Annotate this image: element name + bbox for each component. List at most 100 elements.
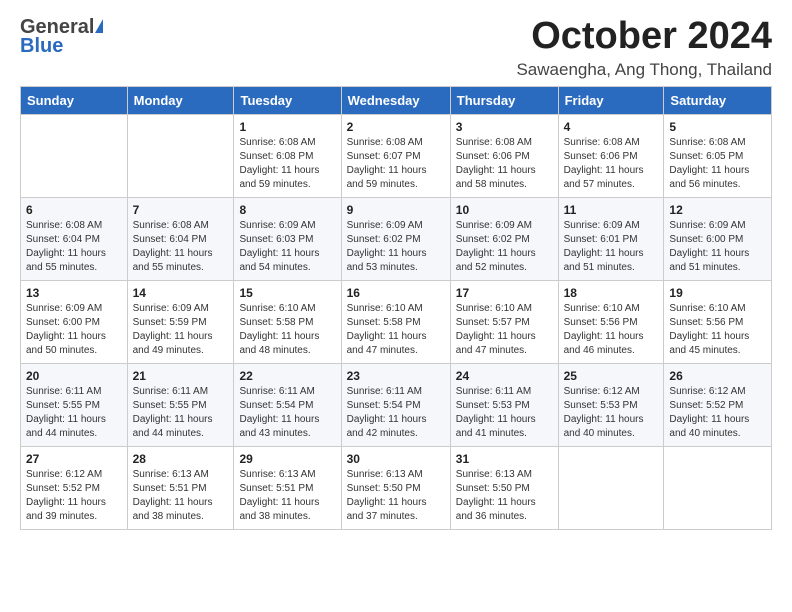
page-header: General Blue October 2024 Sawaengha, Ang… — [20, 16, 772, 80]
calendar-cell — [558, 446, 664, 529]
day-number: 9 — [347, 203, 445, 217]
day-number: 10 — [456, 203, 553, 217]
calendar-cell: 15 Sunrise: 6:10 AMSunset: 5:58 PMDayligh… — [234, 280, 341, 363]
calendar-cell: 17Sunrise: 6:10 AMSunset: 5:57 PMDayligh… — [450, 280, 558, 363]
calendar-cell: 22 Sunrise: 6:11 AMSunset: 5:54 PMDayligh… — [234, 363, 341, 446]
day-info: Sunrise: 6:08 AMSunset: 6:04 PMDaylight:… — [133, 219, 229, 275]
day-info: Sunrise: 6:10 AMSunset: 5:56 PMDaylight:… — [669, 302, 766, 358]
day-info: Sunrise: 6:11 AMSunset: 5:53 PMDaylight:… — [456, 385, 553, 441]
day-number: 13 — [26, 286, 122, 300]
calendar-cell: 26 Sunrise: 6:12 AMSunset: 5:52 PMDayligh… — [664, 363, 772, 446]
weekday-header: Sunday — [21, 86, 128, 114]
day-number: 17 — [456, 286, 553, 300]
day-info: Sunrise: 6:09 AMSunset: 6:00 PMDaylight:… — [26, 302, 122, 358]
day-number: 20 — [26, 369, 122, 383]
calendar-cell: 24 Sunrise: 6:11 AMSunset: 5:53 PMDayligh… — [450, 363, 558, 446]
day-number: 5 — [669, 120, 766, 134]
day-info: Sunrise: 6:09 AMSunset: 6:00 PMDaylight:… — [669, 219, 766, 275]
calendar-cell: 23 Sunrise: 6:11 AMSunset: 5:54 PMDayligh… — [341, 363, 450, 446]
day-number: 22 — [239, 369, 335, 383]
calendar-cell: 10 Sunrise: 6:09 AMSunset: 6:02 PMDayligh… — [450, 197, 558, 280]
day-info: Sunrise: 6:08 AMSunset: 6:06 PMDaylight:… — [564, 136, 659, 192]
day-info: Sunrise: 6:13 AMSunset: 5:50 PMDaylight:… — [456, 468, 553, 524]
day-info: Sunrise: 6:13 AMSunset: 5:51 PMDaylight:… — [133, 468, 229, 524]
day-info: Sunrise: 6:09 AMSunset: 6:01 PMDaylight:… — [564, 219, 659, 275]
day-number: 26 — [669, 369, 766, 383]
weekday-header: Thursday — [450, 86, 558, 114]
calendar-header-row: SundayMondayTuesdayWednesdayThursdayFrid… — [21, 86, 772, 114]
day-number: 25 — [564, 369, 659, 383]
day-info: Sunrise: 6:09 AMSunset: 6:03 PMDaylight:… — [239, 219, 335, 275]
day-info: Sunrise: 6:11 AMSunset: 5:54 PMDaylight:… — [347, 385, 445, 441]
page-title: October 2024 — [516, 16, 772, 58]
calendar-cell — [664, 446, 772, 529]
calendar-cell: 2 Sunrise: 6:08 AMSunset: 6:07 PMDaylight… — [341, 114, 450, 197]
weekday-header: Friday — [558, 86, 664, 114]
day-number: 18 — [564, 286, 659, 300]
day-info: Sunrise: 6:08 AMSunset: 6:08 PMDaylight:… — [239, 136, 335, 192]
logo: General Blue — [20, 16, 103, 58]
day-number: 11 — [564, 203, 659, 217]
calendar-cell: 25 Sunrise: 6:12 AMSunset: 5:53 PMDayligh… — [558, 363, 664, 446]
day-info: Sunrise: 6:09 AMSunset: 6:02 PMDaylight:… — [456, 219, 553, 275]
day-info: Sunrise: 6:11 AMSunset: 5:54 PMDaylight:… — [239, 385, 335, 441]
day-info: Sunrise: 6:08 AMSunset: 6:07 PMDaylight:… — [347, 136, 445, 192]
calendar-week-row: 27Sunrise: 6:12 AMSunset: 5:52 PMDayligh… — [21, 446, 772, 529]
calendar-cell: 6Sunrise: 6:08 AMSunset: 6:04 PMDaylight… — [21, 197, 128, 280]
day-number: 3 — [456, 120, 553, 134]
calendar-cell: 1 Sunrise: 6:08 AMSunset: 6:08 PMDaylight… — [234, 114, 341, 197]
day-number: 4 — [564, 120, 659, 134]
day-info: Sunrise: 6:09 AMSunset: 5:59 PMDaylight:… — [133, 302, 229, 358]
page-subtitle: Sawaengha, Ang Thong, Thailand — [516, 60, 772, 80]
day-number: 19 — [669, 286, 766, 300]
calendar-cell: 19 Sunrise: 6:10 AMSunset: 5:56 PMDayligh… — [664, 280, 772, 363]
calendar-cell: 31Sunrise: 6:13 AMSunset: 5:50 PMDayligh… — [450, 446, 558, 529]
calendar-cell: 21Sunrise: 6:11 AMSunset: 5:55 PMDayligh… — [127, 363, 234, 446]
day-info: Sunrise: 6:12 AMSunset: 5:52 PMDaylight:… — [669, 385, 766, 441]
day-info: Sunrise: 6:11 AMSunset: 5:55 PMDaylight:… — [26, 385, 122, 441]
calendar-cell: 27Sunrise: 6:12 AMSunset: 5:52 PMDayligh… — [21, 446, 128, 529]
day-number: 23 — [347, 369, 445, 383]
calendar-cell: 3 Sunrise: 6:08 AMSunset: 6:06 PMDaylight… — [450, 114, 558, 197]
day-number: 29 — [239, 452, 335, 466]
calendar-cell: 16 Sunrise: 6:10 AMSunset: 5:58 PMDayligh… — [341, 280, 450, 363]
day-info: Sunrise: 6:10 AMSunset: 5:58 PMDaylight:… — [239, 302, 335, 358]
day-number: 2 — [347, 120, 445, 134]
day-info: Sunrise: 6:08 AMSunset: 6:04 PMDaylight:… — [26, 219, 122, 275]
day-info: Sunrise: 6:08 AMSunset: 6:06 PMDaylight:… — [456, 136, 553, 192]
day-info: Sunrise: 6:12 AMSunset: 5:53 PMDaylight:… — [564, 385, 659, 441]
day-number: 16 — [347, 286, 445, 300]
calendar-cell: 13 Sunrise: 6:09 AMSunset: 6:00 PMDayligh… — [21, 280, 128, 363]
day-number: 8 — [239, 203, 335, 217]
day-info: Sunrise: 6:13 AMSunset: 5:51 PMDaylight:… — [239, 468, 335, 524]
weekday-header: Tuesday — [234, 86, 341, 114]
calendar-cell: 11 Sunrise: 6:09 AMSunset: 6:01 PMDayligh… — [558, 197, 664, 280]
weekday-header: Saturday — [664, 86, 772, 114]
calendar-week-row: 1 Sunrise: 6:08 AMSunset: 6:08 PMDaylight… — [21, 114, 772, 197]
calendar-cell — [127, 114, 234, 197]
calendar-cell: 29 Sunrise: 6:13 AMSunset: 5:51 PMDayligh… — [234, 446, 341, 529]
day-number: 15 — [239, 286, 335, 300]
calendar-week-row: 20 Sunrise: 6:11 AMSunset: 5:55 PMDayligh… — [21, 363, 772, 446]
calendar-cell: 9 Sunrise: 6:09 AMSunset: 6:02 PMDaylight… — [341, 197, 450, 280]
calendar-cell: 4 Sunrise: 6:08 AMSunset: 6:06 PMDaylight… — [558, 114, 664, 197]
day-info: Sunrise: 6:09 AMSunset: 6:02 PMDaylight:… — [347, 219, 445, 275]
title-block: October 2024 Sawaengha, Ang Thong, Thail… — [516, 16, 772, 80]
day-info: Sunrise: 6:10 AMSunset: 5:56 PMDaylight:… — [564, 302, 659, 358]
calendar-cell — [21, 114, 128, 197]
weekday-header: Monday — [127, 86, 234, 114]
day-number: 14 — [133, 286, 229, 300]
day-info: Sunrise: 6:12 AMSunset: 5:52 PMDaylight:… — [26, 468, 122, 524]
calendar-week-row: 6Sunrise: 6:08 AMSunset: 6:04 PMDaylight… — [21, 197, 772, 280]
calendar-cell: 7 Sunrise: 6:08 AMSunset: 6:04 PMDaylight… — [127, 197, 234, 280]
calendar-cell: 20 Sunrise: 6:11 AMSunset: 5:55 PMDayligh… — [21, 363, 128, 446]
day-info: Sunrise: 6:10 AMSunset: 5:58 PMDaylight:… — [347, 302, 445, 358]
calendar-cell: 12 Sunrise: 6:09 AMSunset: 6:00 PMDayligh… — [664, 197, 772, 280]
logo-arrow-icon — [95, 19, 103, 33]
calendar-week-row: 13 Sunrise: 6:09 AMSunset: 6:00 PMDayligh… — [21, 280, 772, 363]
day-number: 24 — [456, 369, 553, 383]
day-number: 12 — [669, 203, 766, 217]
day-number: 1 — [239, 120, 335, 134]
day-number: 7 — [133, 203, 229, 217]
calendar-cell: 18 Sunrise: 6:10 AMSunset: 5:56 PMDayligh… — [558, 280, 664, 363]
